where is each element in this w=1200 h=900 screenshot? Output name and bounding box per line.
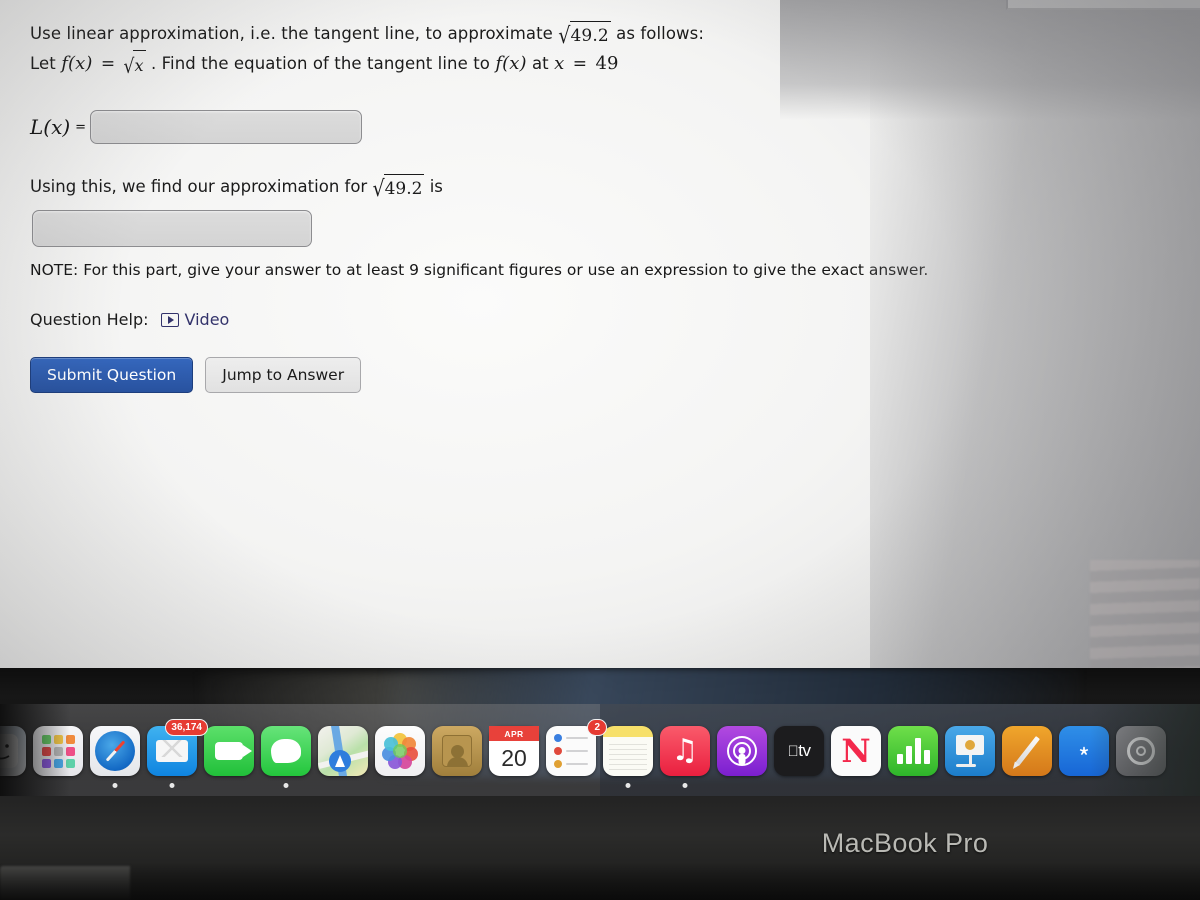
photos-icon xyxy=(382,733,418,769)
dock-item-photos[interactable] xyxy=(375,726,425,776)
function-fx-2: f(x) xyxy=(495,53,527,74)
reminders-icon xyxy=(554,734,588,768)
dock-item-appletv[interactable]: tv xyxy=(774,726,824,776)
notes-icon xyxy=(609,744,647,770)
messages-icon xyxy=(271,739,301,763)
dock-item-contacts[interactable] xyxy=(432,726,482,776)
appstore-icon: ﹡ xyxy=(1069,738,1099,771)
value-49: 49 xyxy=(595,53,619,74)
dock-item-news[interactable]: N xyxy=(831,726,881,776)
finder-icon xyxy=(0,734,18,768)
keynote-icon xyxy=(956,735,984,767)
safari-icon xyxy=(95,731,135,771)
question-document: Use linear approximation, i.e. the tange… xyxy=(0,0,1010,393)
radical-sign-3: √ xyxy=(372,176,385,202)
numbers-icon xyxy=(896,738,930,764)
question-statement-line-2: Let f(x) = √x . Find the equation of the… xyxy=(30,50,1010,81)
lx-answer-input[interactable] xyxy=(90,110,363,144)
calendar-month-label: APR xyxy=(489,726,539,741)
desk-shadow xyxy=(0,862,1200,900)
approximation-text-before: Using this, we find our approximation fo… xyxy=(30,177,368,196)
radical-radicand-2: x xyxy=(133,50,146,79)
lx-equals-sign: = xyxy=(75,119,87,135)
let-keyword: Let xyxy=(30,54,56,73)
lx-answer-row: L(x) = xyxy=(30,110,1010,144)
device-model-label: MacBook Pro xyxy=(821,828,989,858)
question-text-part-1: Use linear approximation, i.e. the tange… xyxy=(30,24,553,43)
radical-radicand: 49.2 xyxy=(569,21,611,50)
music-note-icon: ♫ xyxy=(671,733,699,768)
dock-item-launchpad[interactable] xyxy=(33,726,83,776)
at-keyword: at xyxy=(531,54,549,73)
video-link-label: Video xyxy=(184,310,230,329)
approximation-answer-input[interactable] xyxy=(32,210,312,247)
running-indicator xyxy=(112,783,118,788)
dock-item-maps[interactable] xyxy=(318,726,368,776)
maps-icon xyxy=(329,750,351,772)
equals-sign-1: = xyxy=(100,54,116,74)
dock-item-notes[interactable] xyxy=(603,726,653,788)
screenshot-root: Use linear approximation, i.e. the tange… xyxy=(0,0,1200,900)
dock-item-messages[interactable] xyxy=(261,726,311,788)
question-text-part-3: . Find the equation of the tangent line … xyxy=(150,54,490,73)
function-fx: f(x) xyxy=(61,53,93,74)
running-indicator xyxy=(283,783,289,788)
dock-item-finder[interactable] xyxy=(0,726,26,776)
pages-icon xyxy=(1014,736,1040,766)
radical-radicand-3: 49.2 xyxy=(383,174,425,202)
dock-item-safari[interactable] xyxy=(90,726,140,788)
macos-dock[interactable]: 36,174 APR 20 2 ♫ tv N ﹡ xyxy=(0,708,1200,794)
dock-item-system-preferences[interactable] xyxy=(1116,726,1166,776)
question-statement-line-1: Use linear approximation, i.e. the tange… xyxy=(30,20,1010,50)
mail-unread-badge: 36,174 xyxy=(165,719,208,736)
approximation-prompt: Using this, we find our approximation fo… xyxy=(30,174,1010,202)
radical-49-2: √49.2 xyxy=(558,21,611,50)
mail-icon xyxy=(156,740,188,762)
news-icon: N xyxy=(841,732,871,770)
video-help-link[interactable]: Video xyxy=(160,310,230,329)
dock-item-calendar[interactable]: APR 20 xyxy=(489,726,539,776)
calendar-day-label: 20 xyxy=(501,745,527,771)
reminders-badge: 2 xyxy=(587,719,607,736)
dock-item-podcasts[interactable] xyxy=(717,726,767,776)
dock-item-keynote[interactable] xyxy=(945,726,995,776)
podcasts-icon xyxy=(727,736,757,766)
dock-item-numbers[interactable] xyxy=(888,726,938,776)
radical-sign-2: √ xyxy=(123,55,135,79)
running-indicator xyxy=(169,783,175,788)
question-text-part-2: as follows: xyxy=(616,24,704,43)
question-help-label: Question Help: xyxy=(30,310,149,329)
radical-sqrt-x: √x xyxy=(124,50,146,81)
facetime-icon xyxy=(215,742,252,760)
variable-x: x xyxy=(554,53,565,74)
dock-item-appstore[interactable]: ﹡ xyxy=(1059,726,1109,776)
laptop-bezel: 36,174 APR 20 2 ♫ tv N ﹡ MacBook Pro xyxy=(0,668,1200,900)
video-play-icon xyxy=(160,312,179,327)
note-text: NOTE: For this part, give your answer to… xyxy=(30,261,929,279)
dock-item-reminders[interactable]: 2 xyxy=(546,719,607,776)
browser-window-edge xyxy=(1006,0,1200,10)
approximation-text-after: is xyxy=(429,177,443,196)
dock-item-pages[interactable] xyxy=(1002,726,1052,776)
lx-label: L(x) xyxy=(30,115,71,139)
dock-item-mail[interactable]: 36,174 xyxy=(147,719,208,788)
dock-item-music[interactable]: ♫ xyxy=(660,726,710,788)
launchpad-icon xyxy=(41,734,75,768)
dock-item-facetime[interactable] xyxy=(204,726,254,776)
running-indicator xyxy=(682,783,688,788)
window-blinds-reflection xyxy=(1090,560,1200,670)
contacts-icon xyxy=(442,735,472,767)
gear-icon xyxy=(1127,737,1155,765)
submit-question-button[interactable]: Submit Question xyxy=(30,357,194,393)
jump-to-answer-button[interactable]: Jump to Answer xyxy=(205,357,362,393)
apple-logo-icon:  xyxy=(788,743,799,760)
radical-49-2-second: √49.2 xyxy=(372,174,425,202)
radical-sign: √ xyxy=(558,22,571,49)
appletv-label: tv xyxy=(792,741,811,760)
running-indicator xyxy=(625,783,631,788)
action-button-row: Submit Question Jump to Answer xyxy=(30,357,1010,393)
browser-content-area: Use linear approximation, i.e. the tange… xyxy=(0,0,1200,670)
question-help-row: Question Help: Video xyxy=(30,310,1010,329)
equals-sign-2: = xyxy=(572,54,588,74)
